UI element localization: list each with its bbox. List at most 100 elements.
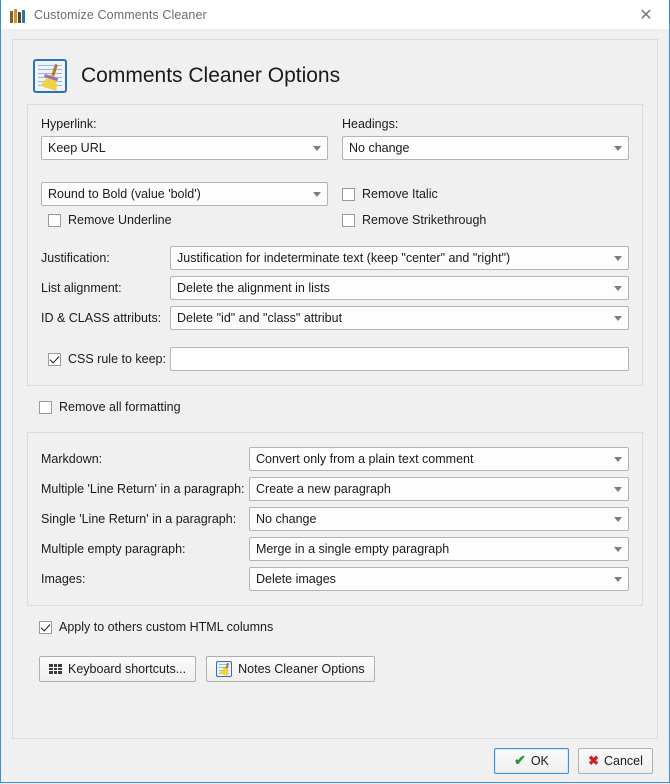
remove-strikethrough-checkbox[interactable]: Remove Strikethrough [342,213,629,227]
multiple-line-return-label: Multiple 'Line Return' in a paragraph: [41,482,245,496]
hyperlink-select[interactable]: Keep URL [41,136,328,160]
window-title: Customize Comments Cleaner [34,7,207,22]
remove-all-formatting-label: Remove all formatting [59,400,181,414]
bold-field: Round to Bold (value 'bold') [41,182,328,206]
id-class-select[interactable]: Delete "id" and "class" attribut [170,306,629,330]
css-rule-checkbox[interactable]: CSS rule to keep: [48,352,166,366]
close-icon[interactable]: ✕ [623,0,669,30]
apply-others-checkbox[interactable]: Apply to others custom HTML columns [39,620,643,634]
single-line-return-value: No change [256,512,317,526]
remove-strikethrough-field: Remove Strikethrough [342,213,629,227]
markdown-grid: Markdown: Convert only from a plain text… [41,447,629,591]
headings-select[interactable]: No change [342,136,629,160]
remove-all-formatting-checkbox[interactable]: Remove all formatting [39,400,643,414]
hyperlink-field: Hyperlink: Keep URL [41,117,328,160]
css-rule-input[interactable] [170,347,629,371]
chevron-down-icon [610,316,626,321]
chevron-down-icon [309,192,325,197]
bold-italic-row: Round to Bold (value 'bold') Remove Ital… [41,182,629,206]
bold-select[interactable]: Round to Bold (value 'bold') [41,182,328,206]
css-rule-row: CSS rule to keep: [41,347,629,371]
id-class-label: ID & CLASS attributs: [41,311,162,325]
keyboard-shortcuts-label: Keyboard shortcuts... [68,662,187,676]
chevron-down-icon [610,457,626,462]
notes-cleaner-options-button[interactable]: Notes Cleaner Options [206,656,375,682]
page-header: Comments Cleaner Options [27,52,643,100]
chevron-down-icon [610,577,626,582]
markdown-value: Convert only from a plain text comment [256,452,474,466]
apply-others-label: Apply to others custom HTML columns [59,620,274,634]
chevron-down-icon [610,256,626,261]
content-panel: Comments Cleaner Options Hyperlink: Keep… [12,39,658,739]
checkbox-box [342,213,355,227]
hyperlink-label: Hyperlink: [41,117,97,131]
cancel-button[interactable]: ✖ Cancel [578,747,653,774]
single-line-return-select[interactable]: No change [249,507,629,531]
broom-notepad-icon [216,661,233,677]
page-title: Comments Cleaner Options [81,64,341,87]
images-label: Images: [41,572,86,586]
underline-strikethrough-row: Remove Underline Remove Strikethrough [41,213,629,227]
tool-buttons-row: Keyboard shortcuts... Notes Cleaner Opti… [39,656,643,682]
justification-select[interactable]: Justification for indeterminate text (ke… [170,246,629,270]
keyboard-shortcuts-button[interactable]: Keyboard shortcuts... [39,656,197,682]
ok-button[interactable]: ✔ OK [494,747,569,774]
remove-italic-field: Remove Italic [342,182,629,206]
checkbox-box [342,187,355,201]
bold-value: Round to Bold (value 'bold') [48,187,201,201]
chevron-down-icon [610,286,626,291]
headings-field: Headings: No change [342,117,629,160]
books-icon [10,7,26,23]
css-rule-label: CSS rule to keep: [68,352,166,366]
headings-label: Headings: [342,117,399,131]
images-value: Delete images [256,572,336,586]
broom-notepad-icon [33,59,67,93]
remove-underline-label: Remove Underline [68,213,172,227]
multiple-empty-paragraph-value: Merge in a single empty paragraph [256,542,450,556]
dialog-client-area: Comments Cleaner Options Hyperlink: Keep… [1,29,669,782]
chevron-down-icon [610,517,626,522]
checkbox-box [48,213,61,227]
keyboard-grid-icon [49,664,62,674]
multiple-line-return-select[interactable]: Create a new paragraph [249,477,629,501]
remove-underline-checkbox[interactable]: Remove Underline [48,213,328,227]
check-icon: ✔ [514,752,526,768]
list-alignment-select[interactable]: Delete the alignment in lists [170,276,629,300]
window-title-bar: Customize Comments Cleaner ✕ [0,0,670,29]
images-select[interactable]: Delete images [249,567,629,591]
dialog-footer: ✔ OK ✖ Cancel [12,739,658,782]
multiple-empty-paragraph-select[interactable]: Merge in a single empty paragraph [249,537,629,561]
single-line-return-label: Single 'Line Return' in a paragraph: [41,512,237,526]
multiple-empty-paragraph-label: Multiple empty paragraph: [41,542,186,556]
checkbox-box [39,400,52,414]
markdown-group: Markdown: Convert only from a plain text… [27,432,643,606]
markdown-label: Markdown: [41,452,103,466]
chevron-down-icon [309,146,325,151]
apply-others-row: Apply to others custom HTML columns [39,620,643,634]
hyperlink-headings-row: Hyperlink: Keep URL Headings: No change [41,117,629,160]
chevron-down-icon [610,146,626,151]
notes-cleaner-options-label: Notes Cleaner Options [238,662,365,676]
remove-strikethrough-label: Remove Strikethrough [362,213,487,227]
remove-italic-checkbox[interactable]: Remove Italic [342,187,438,201]
remove-italic-label: Remove Italic [362,187,438,201]
markdown-select[interactable]: Convert only from a plain text comment [249,447,629,471]
chevron-down-icon [610,487,626,492]
list-alignment-label: List alignment: [41,281,122,295]
x-icon: ✖ [588,752,599,768]
attributes-grid: Justification: Justification for indeter… [41,246,629,330]
list-alignment-value: Delete the alignment in lists [177,281,330,295]
id-class-value: Delete "id" and "class" attribut [177,311,343,325]
formatting-group: Hyperlink: Keep URL Headings: No change [27,104,643,386]
remove-all-formatting-row: Remove all formatting [39,400,643,414]
justification-label: Justification: [41,251,110,265]
checkbox-box [39,620,52,634]
hyperlink-value: Keep URL [48,141,106,155]
remove-underline-field: Remove Underline [41,213,328,227]
checkbox-box [48,352,61,366]
multiple-line-return-value: Create a new paragraph [256,482,391,496]
ok-label: OK [530,753,549,768]
headings-value: No change [349,141,410,155]
chevron-down-icon [610,547,626,552]
justification-value: Justification for indeterminate text (ke… [177,251,511,265]
